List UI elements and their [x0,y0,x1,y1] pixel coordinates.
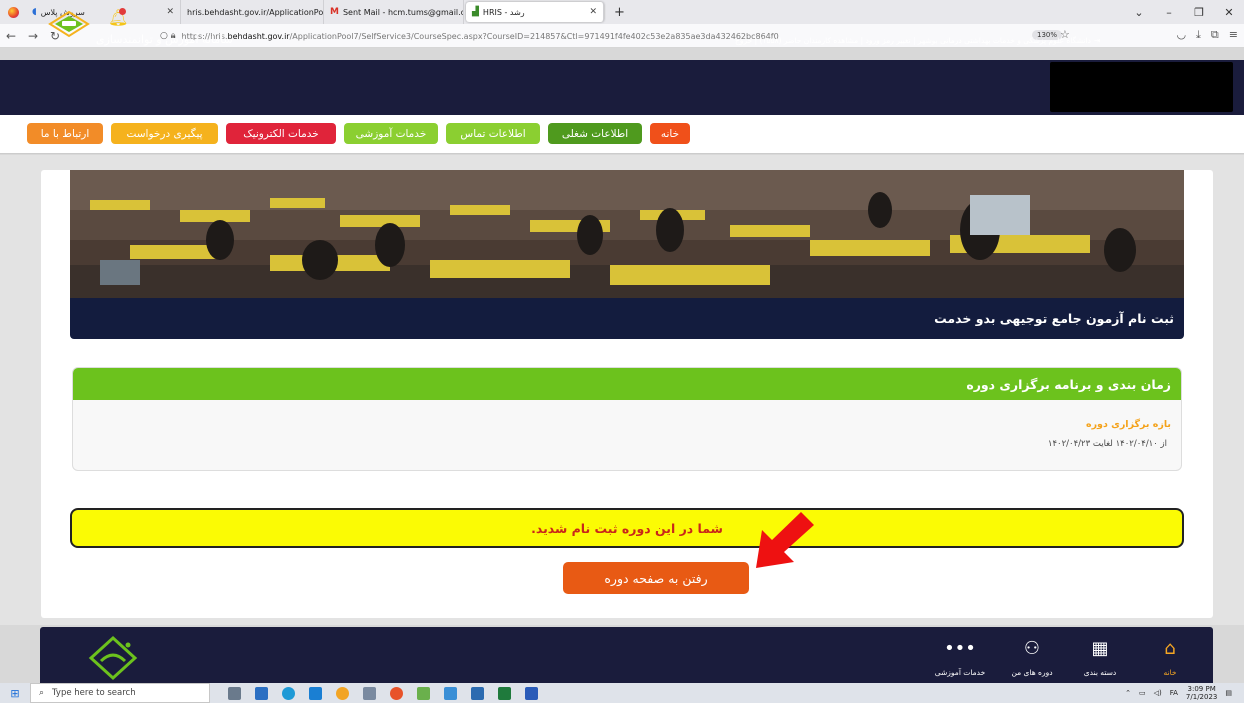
roshd-footer-logo-icon[interactable] [88,635,138,681]
app3-icon[interactable] [471,686,484,700]
tab-list-icon[interactable]: ⌄ [1124,6,1154,19]
taskbar-apps [228,686,538,700]
footer-categories[interactable]: ▦ دسته بندی [1070,632,1130,684]
volume-icon[interactable]: ◁) [1154,689,1162,697]
clock[interactable]: 3:09 PM 7/1/2023 [1186,685,1217,701]
footer-categories-label: دسته بندی [1083,668,1117,677]
clock-time: 3:09 PM [1187,685,1216,693]
redacted-area [1050,62,1233,112]
tray-arrow-icon[interactable]: ⌃ [1125,689,1131,697]
files-icon[interactable] [444,686,457,700]
app-icon[interactable] [363,686,376,700]
pocket-icon[interactable]: ◡ [1176,28,1186,42]
chrome-icon[interactable] [336,686,349,700]
tab-label: Sent Mail - hcm.tums@gmail.c [342,7,464,17]
url-domain: behdasht.gov.ir [227,31,290,41]
close-tab-icon[interactable]: ✕ [583,7,597,17]
menu-job-info[interactable]: اطلاعات شغلی [548,123,642,144]
new-tab-button[interactable]: + [606,5,633,20]
user-links-text[interactable]: دانشگاه علوم پزشکی و خدمات بهداشتی درمان… [735,36,1091,45]
menu-icon[interactable]: ≡ [1229,28,1238,42]
hris-icon: ▟ [472,7,479,17]
mail-icon[interactable] [309,686,322,700]
home-icon: ⌂ [1164,637,1176,659]
teacher-board-icon: ⚇ [1023,637,1041,659]
search-icon: ⌕ [39,688,45,698]
close-tab-icon[interactable]: ✕ [160,7,174,17]
user-links[interactable]: دانشگاه علوم پزشکی و خدمات بهداشتی درمان… [735,36,1100,45]
excel-icon[interactable] [498,686,511,700]
system-tray: ⌃ ▭ ◁) FA 3:09 PM 7/1/2023 ▤ [1125,683,1232,703]
tab-label: HRIS - رشد [482,7,525,17]
toolbar-icons: ◡ ⤓ ⧉ ≡ [1176,28,1238,42]
task-view-icon[interactable] [228,686,241,700]
period-label: بازه برگزاری دوره [1085,419,1171,430]
windows-start-icon[interactable]: ⊞ [0,683,30,703]
taskbar-search-placeholder: Type here to search [52,688,136,698]
system-name: سامانه آموزش و توانمندسازی [96,33,233,46]
word-icon[interactable] [525,686,538,700]
store-icon[interactable] [255,686,268,700]
exit-icon[interactable]: ⇥ [1094,36,1100,45]
course-title: ثبت نام آزمون جامع توجیهی بدو خدمت [70,298,1184,339]
period-dates: از ۱۴۰۲/۰۴/۱۰ لغایت ۱۴۰۲/۰۴/۲۳ [1047,439,1167,449]
edge-icon[interactable] [282,686,295,700]
menu-electronic-services[interactable]: خدمات الکترونیک [226,123,336,144]
firefox-taskbar-icon[interactable] [390,686,403,700]
url-path: /ApplicationPool7/SelfService3/CourseSpe… [289,31,779,41]
menu-training-services[interactable]: خدمات آموزشی [344,123,438,144]
menu-home[interactable]: خانه [650,123,690,144]
tab-label: hris.behdasht.gov.ir/ApplicationPo [187,7,324,17]
schedule-header: زمان بندی و برنامه برگزاری دوره [73,368,1181,400]
clock-date: 7/1/2023 [1185,693,1218,701]
footer-home-label: خانه [1163,668,1177,677]
main-menu: خانه اطلاعات شغلی اطلاعات تماس خدمات آمو… [0,115,1244,154]
download-icon[interactable]: ⤓ [1196,28,1201,42]
firefox-icon [0,0,26,24]
menu-contact-info[interactable]: اطلاعات تماس [446,123,540,144]
menu-contact-us[interactable]: ارتباط با ما [27,123,103,144]
grid-icon: ▦ [1091,637,1109,659]
course-banner-image [70,170,1184,298]
registration-notice: شما در این دوره ثبت نام شدید. [70,508,1184,548]
windows-taskbar: ⊞ ⌕ Type here to search ⌃ ▭ ◁) FA 3:09 P… [0,683,1244,703]
taskbar-search[interactable]: ⌕ Type here to search [30,683,210,703]
soroush-icon: ◖ [32,7,37,17]
back-button[interactable]: ← [0,29,22,43]
schedule-section: زمان بندی و برنامه برگزاری دوره بازه برگ… [72,367,1182,471]
extensions-icon[interactable]: ⧉ [1211,28,1219,42]
app2-icon[interactable] [417,686,430,700]
tab-gmail[interactable]: M Sent Mail - hcm.tums@gmail.c ✕ [324,0,464,24]
close-window-button[interactable]: ✕ [1214,6,1244,19]
restore-button[interactable]: ❐ [1184,6,1214,19]
language-indicator[interactable]: FA [1170,689,1178,697]
menu-request-tracking[interactable]: پیگیری درخواست [111,123,218,144]
window-controls: ⌄ – ❐ ✕ [1124,0,1244,24]
footer-home[interactable]: ⌂ خانه [1140,632,1200,684]
forward-button[interactable]: → [22,29,44,43]
notification-badge [119,8,126,15]
minimize-button[interactable]: – [1154,6,1184,19]
goto-course-button[interactable]: رفتن به صفحه دوره [563,562,749,594]
footer-my-courses[interactable]: ⚇ دوره های من [1002,632,1062,684]
tab-hris-application[interactable]: hris.behdasht.gov.ir/ApplicationPo ✕ [181,0,324,24]
red-arrow-icon [756,512,814,568]
tab-hris-active[interactable]: ▟ HRIS - رشد ✕ [466,2,604,22]
footer-training-services-label: خدمات آموزشی [934,668,986,677]
gmail-icon: M [330,7,339,17]
footer-my-courses-label: دوره های من [1011,668,1053,677]
notification-icon[interactable]: ▤ [1225,689,1232,697]
network-icon[interactable]: ▭ [1139,689,1146,697]
footer-training-services[interactable]: ••• خدمات آموزشی [930,632,990,684]
browser-tab-bar: ◖ سروش پلاس ✕ hris.behdasht.gov.ir/Appli… [0,0,1244,24]
more-dots-icon: ••• [944,637,976,659]
roshd-logo-icon[interactable] [48,10,90,38]
